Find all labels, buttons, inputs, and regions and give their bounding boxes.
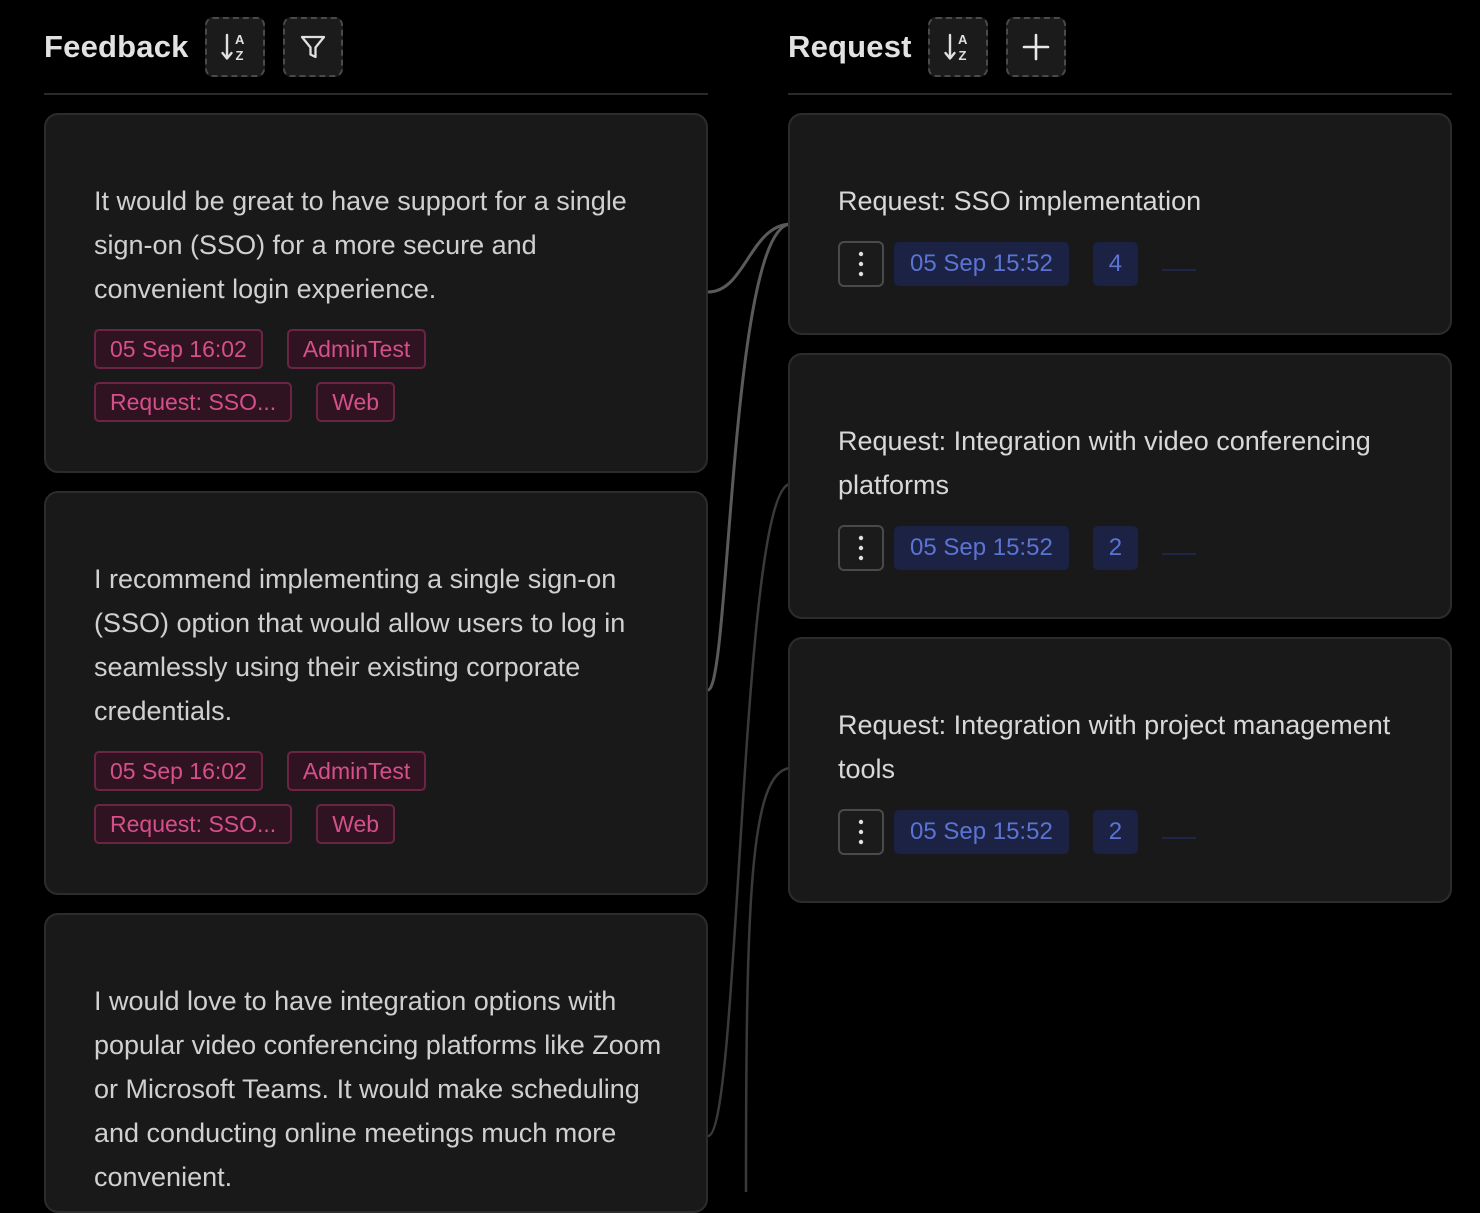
empty-badge	[1162, 269, 1197, 271]
more-vertical-icon	[858, 535, 864, 561]
sort-alpha-icon: A Z	[944, 32, 968, 63]
feedback-card[interactable]: It would be great to have support for a …	[44, 113, 708, 473]
feedback-card[interactable]: I recommend implementing a single sign-o…	[44, 491, 708, 895]
source-tag[interactable]: Web	[316, 382, 396, 422]
sort-button[interactable]: A Z	[927, 16, 988, 77]
request-card-title: Request: SSO implementation	[838, 186, 1202, 216]
author-tag[interactable]: AdminTest	[286, 751, 427, 791]
filter-button[interactable]	[282, 16, 343, 77]
request-card[interactable]: Request: Integration with video conferen…	[788, 353, 1452, 619]
request-meta: 05 Sep 15:52 4	[838, 241, 1197, 287]
plus-icon	[1022, 33, 1050, 60]
svg-text:Z: Z	[235, 48, 243, 63]
sort-button[interactable]: A Z	[204, 16, 265, 77]
link-line	[707, 222, 791, 294]
feedback-column: Feedback A Z It would be great to have s…	[44, 0, 708, 1213]
author-tag[interactable]: AdminTest	[286, 329, 427, 369]
filter-icon	[300, 35, 325, 58]
source-tag[interactable]: Web	[316, 804, 396, 844]
link-line	[706, 222, 791, 692]
request-tag[interactable]: Request: SSO...	[94, 382, 293, 422]
request-card-title: Request: Integration with project manage…	[838, 710, 1391, 784]
tag-row: 05 Sep 16:02 AdminTest	[94, 329, 427, 369]
request-card[interactable]: Request: Integration with project manage…	[788, 637, 1452, 903]
empty-badge	[1162, 837, 1197, 839]
add-request-button[interactable]	[1005, 16, 1066, 77]
svg-text:A: A	[958, 32, 968, 47]
more-vertical-icon	[858, 819, 864, 845]
tag-row: Request: SSO... Web	[94, 382, 396, 422]
feedback-count-badge: 2	[1092, 526, 1139, 570]
feedback-text: I would love to have integration options…	[94, 986, 662, 1192]
link-line	[707, 482, 791, 1138]
date-badge: 05 Sep 15:52	[894, 526, 1069, 570]
tag-row: Request: SSO... Web	[94, 804, 396, 844]
feedback-card[interactable]: I would love to have integration options…	[44, 913, 708, 1213]
request-title: Request	[788, 28, 912, 64]
date-tag[interactable]: 05 Sep 16:02	[94, 329, 263, 369]
request-card[interactable]: Request: SSO implementation 05 Sep 15:52…	[788, 113, 1452, 335]
date-badge: 05 Sep 15:52	[894, 810, 1069, 854]
date-badge: 05 Sep 15:52	[894, 242, 1069, 286]
request-card-title: Request: Integration with video conferen…	[838, 426, 1371, 500]
feedback-count-badge: 4	[1092, 242, 1139, 286]
more-button[interactable]	[838, 241, 884, 287]
svg-text:Z: Z	[958, 48, 966, 63]
request-tag[interactable]: Request: SSO...	[94, 804, 293, 844]
link-line	[744, 766, 791, 1192]
date-tag[interactable]: 05 Sep 16:02	[94, 751, 263, 791]
feedback-text: It would be great to have support for a …	[94, 186, 627, 304]
request-meta: 05 Sep 15:52 2	[838, 809, 1197, 855]
request-column: Request A Z Request: SSO implementation	[788, 0, 1452, 903]
feedback-header: Feedback A Z	[44, 0, 708, 95]
more-vertical-icon	[858, 251, 864, 277]
request-header: Request A Z	[788, 0, 1452, 95]
empty-badge	[1162, 553, 1197, 555]
sort-alpha-icon: A Z	[220, 32, 245, 63]
svg-text:A: A	[235, 32, 245, 47]
feedback-text: I recommend implementing a single sign-o…	[94, 564, 626, 726]
request-meta: 05 Sep 15:52 2	[838, 525, 1197, 571]
feedback-count-badge: 2	[1092, 810, 1139, 854]
more-button[interactable]	[838, 525, 884, 571]
feedback-title: Feedback	[44, 28, 189, 64]
more-button[interactable]	[838, 809, 884, 855]
tag-row: 05 Sep 16:02 AdminTest	[94, 751, 427, 791]
